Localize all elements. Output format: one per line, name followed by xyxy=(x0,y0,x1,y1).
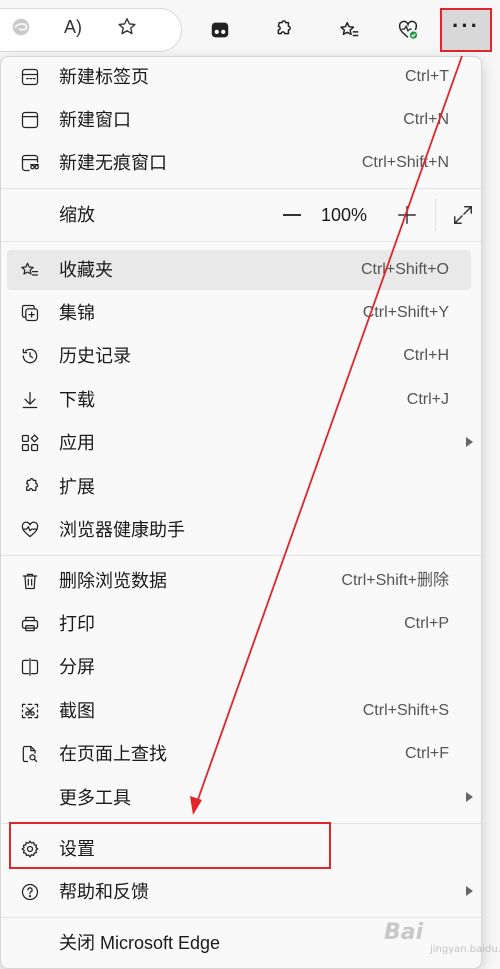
menu-item-extensions[interactable]: 扩展 xyxy=(7,467,471,507)
favorites-icon xyxy=(19,259,41,281)
menu-item-shortcut: Ctrl+J xyxy=(406,391,449,408)
zoom-level: 100% xyxy=(321,205,368,225)
zoom-out-button[interactable] xyxy=(277,203,307,227)
menu-item-label: 截图 xyxy=(59,701,95,721)
menu-item-label: 应用 xyxy=(59,433,95,453)
screenshot-icon xyxy=(19,700,41,722)
submenu-arrow-icon xyxy=(466,886,473,896)
menu-item-label: 分屏 xyxy=(59,657,95,677)
favorite-star-icon[interactable] xyxy=(109,9,145,45)
favorites-icon[interactable] xyxy=(332,12,368,48)
read-aloud-label: A) xyxy=(64,16,82,37)
address-bar-end[interactable]: A) xyxy=(0,8,182,52)
menu-separator xyxy=(1,555,481,556)
menu-item-history[interactable]: 历史记录 Ctrl+H xyxy=(7,336,471,376)
menu-item-label: 新建标签页 xyxy=(59,67,149,87)
watermark-text: Bai xyxy=(384,920,424,945)
browser-health-icon[interactable] xyxy=(390,12,426,48)
full-screen-icon xyxy=(454,206,472,224)
zoom-in-button[interactable] xyxy=(393,201,421,229)
menu-item-new-inprivate-window[interactable]: 新建无痕窗口 Ctrl+Shift+N xyxy=(7,143,471,183)
menu-separator xyxy=(1,188,481,189)
menu-item-shortcut: Ctrl+Shift+S xyxy=(362,702,449,719)
menu-item-shortcut: Ctrl+Shift+O xyxy=(360,261,449,278)
extensions-icon[interactable] xyxy=(264,12,300,48)
minus-icon xyxy=(283,214,301,216)
download-icon xyxy=(19,389,41,411)
more-icon: ··· xyxy=(452,13,480,38)
menu-item-shortcut: Ctrl+N xyxy=(403,111,449,128)
menu-item-label: 集锦 xyxy=(59,303,95,323)
menu-item-print[interactable]: 打印 Ctrl+P xyxy=(7,604,471,644)
menu-item-more-tools[interactable]: 更多工具 xyxy=(7,778,473,818)
split-screen-icon xyxy=(19,656,41,678)
menu-item-favorites[interactable]: 收藏夹 Ctrl+Shift+O xyxy=(7,250,471,290)
baidu-watermark-logo: Bai jingyan.baidu.com xyxy=(384,920,500,960)
watermark-sub: jingyan.baidu.com xyxy=(430,944,500,955)
menu-separator xyxy=(1,241,481,242)
menu-item-shortcut: Ctrl+Shift+Y xyxy=(362,304,449,321)
menu-item-shortcut: Ctrl+P xyxy=(404,615,449,632)
menu-item-new-window[interactable]: 新建窗口 Ctrl+N xyxy=(7,100,471,140)
submenu-arrow-icon xyxy=(466,792,473,802)
menu-item-browser-health[interactable]: 浏览器健康助手 xyxy=(7,510,471,550)
menu-item-find-on-page[interactable]: 在页面上查找 Ctrl+F xyxy=(7,734,471,774)
menu-item-apps[interactable]: 应用 xyxy=(7,423,473,463)
menu-item-shortcut: Ctrl+H xyxy=(403,347,449,364)
menu-item-label: 删除浏览数据 xyxy=(59,571,167,591)
new-window-icon xyxy=(19,109,41,131)
menu-item-shortcut: Ctrl+F xyxy=(405,745,449,762)
menu-item-downloads[interactable]: 下载 Ctrl+J xyxy=(7,380,471,420)
menu-item-clear-browsing-data[interactable]: 删除浏览数据 Ctrl+Shift+删除 xyxy=(7,561,471,601)
read-aloud-icon[interactable]: A) xyxy=(55,9,91,45)
more-button[interactable]: ··· xyxy=(440,8,492,52)
extensions-icon xyxy=(19,476,41,498)
menu-item-new-tab[interactable]: 新建标签页 Ctrl+T xyxy=(7,57,471,97)
find-icon xyxy=(19,743,41,765)
menu-item-label: 缩放 xyxy=(59,205,95,225)
menu-item-help-and-feedback[interactable]: 帮助和反馈 xyxy=(7,872,473,912)
print-icon xyxy=(19,613,41,635)
inprivate-icon xyxy=(19,152,41,174)
browser-health-icon xyxy=(19,519,41,541)
menu-separator xyxy=(1,917,481,918)
menu-item-label: 更多工具 xyxy=(59,788,131,808)
history-icon xyxy=(19,345,41,367)
menu-item-label: 新建无痕窗口 xyxy=(59,153,167,173)
menu-item-label: 历史记录 xyxy=(59,346,131,366)
full-screen-button[interactable] xyxy=(449,201,477,229)
menu-item-split-screen[interactable]: 分屏 xyxy=(7,647,471,687)
submenu-arrow-icon xyxy=(466,437,473,447)
trash-icon xyxy=(19,570,41,592)
menu-item-shortcut: Ctrl+Shift+删除 xyxy=(341,572,449,589)
edge-icon[interactable] xyxy=(3,9,39,45)
menu-item-label: 新建窗口 xyxy=(59,110,131,130)
browser-toolbar: A) ··· xyxy=(0,0,500,62)
menu-item-label: 在页面上查找 xyxy=(59,744,167,764)
menu-item-screenshot[interactable]: 截图 Ctrl+Shift+S xyxy=(7,691,471,731)
tab-icon[interactable] xyxy=(202,12,238,48)
menu-item-label: 收藏夹 xyxy=(59,260,113,280)
help-icon xyxy=(19,881,41,903)
zoom-divider xyxy=(435,199,436,231)
menu-item-label: 浏览器健康助手 xyxy=(59,520,185,540)
collections-icon xyxy=(19,302,41,324)
menu-item-label: 打印 xyxy=(59,614,95,634)
new-tab-icon xyxy=(19,66,41,88)
settings-highlight-box xyxy=(9,822,331,869)
apps-icon xyxy=(19,432,41,454)
menu-item-zoom: 缩放 100% xyxy=(7,195,472,235)
menu-item-shortcut: Ctrl+Shift+N xyxy=(361,154,449,171)
menu-item-label: 关闭 Microsoft Edge xyxy=(59,933,221,953)
plus-icon xyxy=(398,206,416,224)
menu-item-label: 扩展 xyxy=(59,477,95,497)
menu-item-collections[interactable]: 集锦 Ctrl+Shift+Y xyxy=(7,293,471,333)
menu-item-label: 帮助和反馈 xyxy=(59,882,149,902)
menu-item-shortcut: Ctrl+T xyxy=(405,68,449,85)
menu-item-label: 下载 xyxy=(59,390,95,410)
